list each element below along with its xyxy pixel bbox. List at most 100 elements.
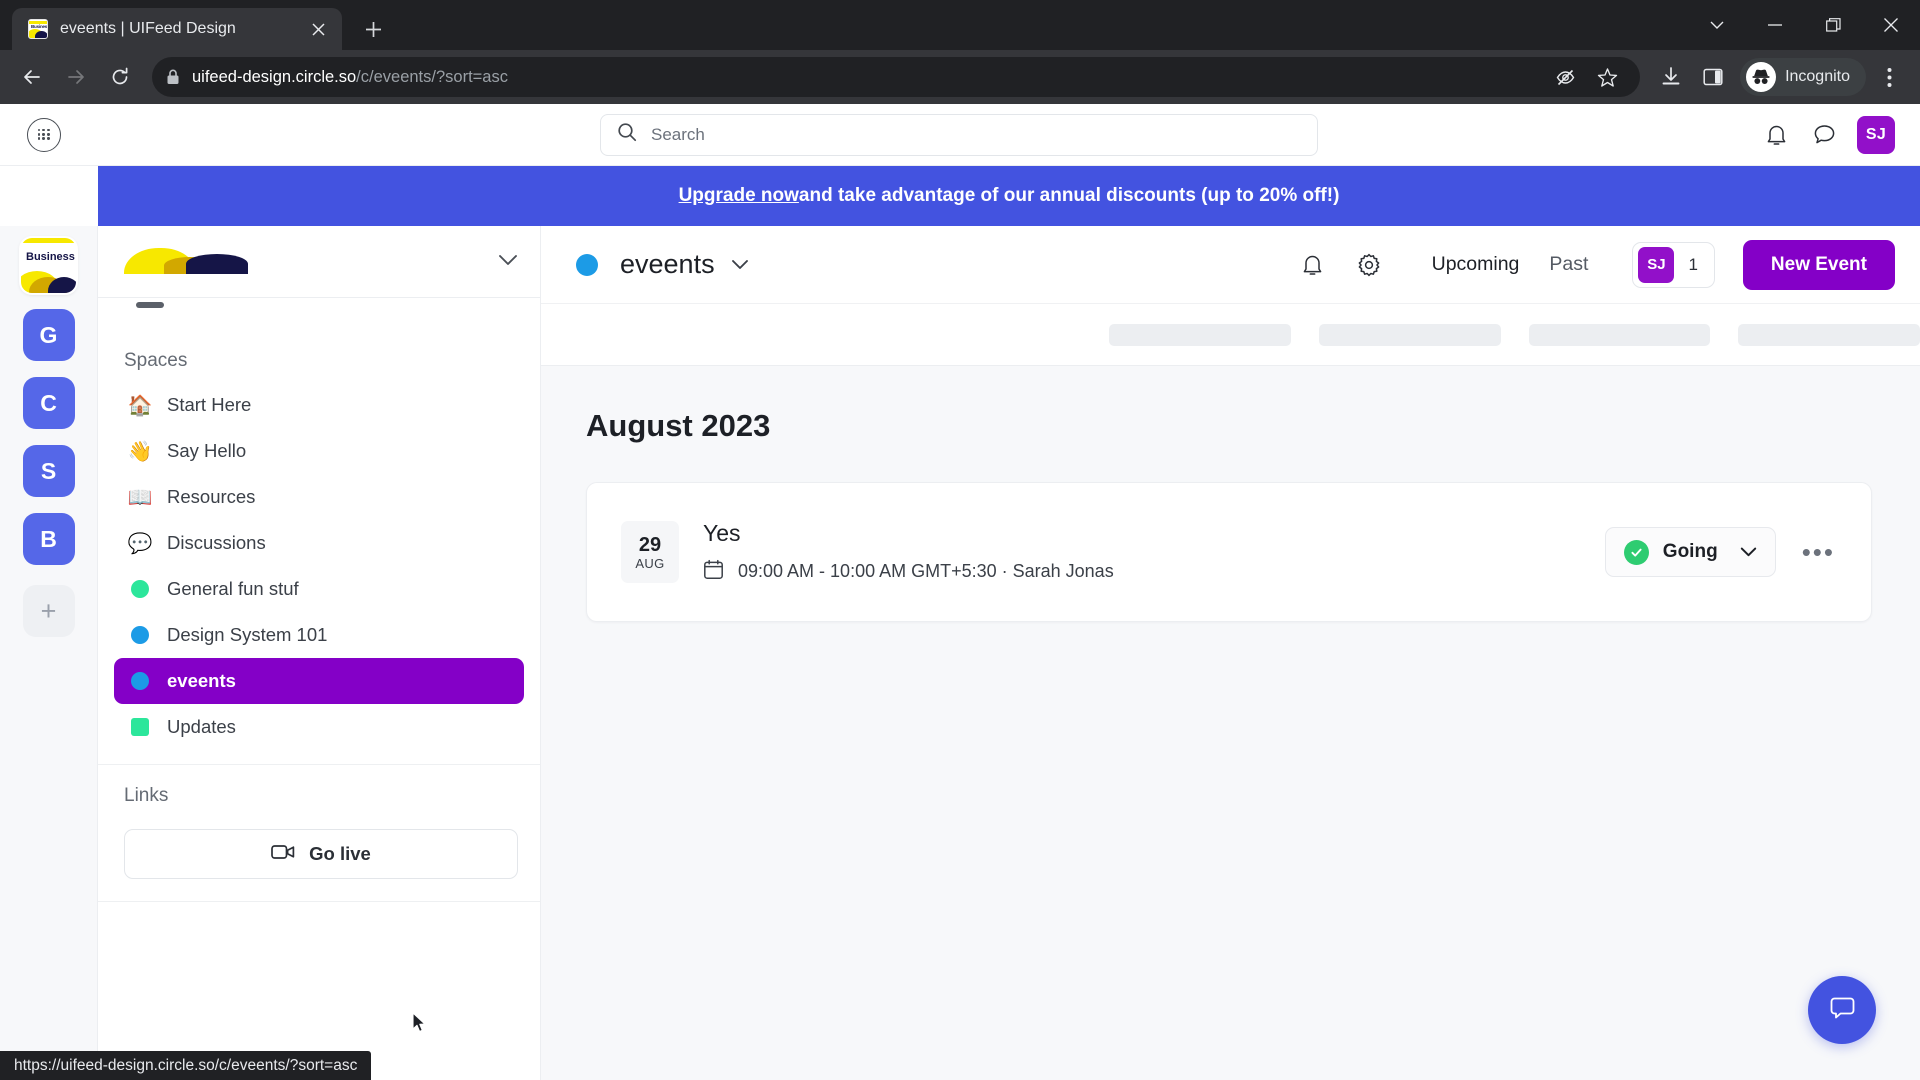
tab-past[interactable]: Past	[1549, 253, 1588, 276]
tab-upcoming[interactable]: Upcoming	[1432, 253, 1520, 276]
skeleton-bar	[1109, 323, 1291, 346]
profile-incognito-button[interactable]: Incognito	[1740, 58, 1866, 96]
green-dot-icon	[128, 580, 152, 598]
page-title: eveents	[620, 249, 715, 279]
spaces-heading: Spaces	[124, 350, 188, 371]
gear-icon[interactable]	[1354, 250, 1384, 280]
sidebar-item-label: Updates	[167, 716, 236, 737]
favicon-label: Business	[31, 24, 48, 29]
sidebar-item-label: Discussions	[167, 532, 266, 553]
bell-icon[interactable]	[1761, 120, 1791, 150]
skeleton-bar	[1528, 323, 1711, 346]
tab-title: eveents | UIFeed Design	[60, 20, 236, 37]
kebab-menu-icon[interactable]: •••	[1802, 539, 1835, 565]
rail-item-c[interactable]: C	[22, 377, 75, 429]
workspace-logo	[124, 246, 250, 278]
events-list: August 2023 29 AUG Yes 09:00 AM - 10:00 …	[541, 366, 1920, 1080]
minimize-icon[interactable]	[1746, 0, 1804, 50]
skeleton-bar	[1738, 323, 1920, 346]
bell-icon[interactable]	[1298, 250, 1328, 280]
rail-item-s[interactable]: S	[22, 445, 75, 497]
sidebar-scroll-area: Spaces 🏠 Start Here 👋 Say Hello 📖 Resour…	[98, 298, 540, 1080]
house-emoji-icon: 🏠	[127, 394, 153, 417]
sidebar-item-start-here[interactable]: 🏠 Start Here	[114, 382, 524, 428]
side-panel-icon[interactable]	[1694, 58, 1732, 96]
workspace-rail: Business G C S B +	[0, 226, 98, 1080]
sidebar-item-resources[interactable]: 📖 Resources	[114, 474, 524, 520]
sidebar-item-label: Say Hello	[167, 440, 247, 461]
url-host: uifeed-design.circle.so	[192, 67, 357, 86]
open-book-emoji-icon: 📖	[127, 486, 153, 509]
check-circle-icon	[1623, 539, 1649, 565]
sidebar-item-design-system-101[interactable]: Design System 101	[114, 612, 524, 658]
add-workspace-button[interactable]: +	[22, 585, 75, 637]
close-icon[interactable]	[306, 17, 330, 41]
upgrade-banner: Upgrade now and take advantage of our an…	[98, 166, 1920, 226]
reload-icon[interactable]	[100, 57, 140, 97]
back-arrow-icon[interactable]	[12, 57, 52, 97]
eye-slash-icon[interactable]	[1546, 58, 1584, 96]
window-close-icon[interactable]	[1862, 0, 1920, 50]
mouse-cursor	[412, 1012, 426, 1033]
address-bar[interactable]: uifeed-design.circle.so/c/eveents/?sort=…	[152, 57, 1641, 97]
main-content: eveents Upcoming Past SJ 1 New Event Aug…	[541, 226, 1920, 1080]
sidebar-item-label: eveents	[167, 670, 236, 691]
bookmark-star-icon[interactable]	[1588, 58, 1626, 96]
calendar-icon	[703, 559, 724, 585]
avatar[interactable]: SJ	[1857, 115, 1895, 154]
green-square-icon	[128, 718, 152, 736]
sidebar-item-say-hello[interactable]: 👋 Say Hello	[114, 428, 524, 474]
rail-workspace-logo[interactable]: Business	[21, 238, 76, 293]
attendee-count: 1	[1688, 254, 1698, 274]
rsvp-dropdown[interactable]: Going	[1604, 527, 1776, 577]
event-day: 29	[638, 533, 662, 556]
download-icon[interactable]	[1652, 58, 1690, 96]
three-dot-menu-icon[interactable]	[1870, 58, 1908, 96]
video-camera-icon	[271, 843, 295, 866]
go-live-button[interactable]: Go live	[124, 829, 518, 879]
new-event-button[interactable]: New Event	[1742, 239, 1895, 290]
global-search[interactable]: Search	[600, 113, 1318, 156]
sidebar-item-eveents[interactable]: eveents	[114, 658, 524, 704]
space-header: eveents Upcoming Past SJ 1 New Event	[541, 226, 1920, 304]
month-heading: August 2023	[586, 408, 771, 443]
app-header: Search SJ	[0, 104, 1920, 166]
maximize-icon[interactable]	[1804, 0, 1862, 50]
upgrade-now-link[interactable]: Upgrade now	[679, 185, 799, 207]
lock-icon	[166, 69, 180, 85]
chat-bubble-icon[interactable]	[1809, 120, 1839, 150]
chat-bubble-icon	[1828, 993, 1857, 1027]
go-live-label: Go live	[309, 843, 371, 864]
skeleton-bar	[1318, 323, 1501, 346]
url-path: /c/eveents/?sort=asc	[356, 67, 508, 86]
incognito-icon	[1746, 62, 1777, 92]
profile-label: Incognito	[1785, 68, 1850, 85]
forward-arrow-icon[interactable]	[56, 57, 96, 97]
blue-dot-icon	[128, 672, 152, 690]
sidebar-item-updates[interactable]: Updates	[114, 704, 524, 750]
sidebar-item-label: Start Here	[167, 394, 252, 415]
page-content: Search SJ Upgrade now and take advantage…	[0, 104, 1920, 1080]
apps-grid-icon[interactable]	[27, 117, 61, 152]
chevron-down-icon[interactable]	[1740, 547, 1757, 557]
search-icon	[617, 122, 637, 147]
banner-message: and take advantage of our annual discoun…	[798, 185, 1340, 206]
sidebar-item-discussions[interactable]: 💬 Discussions	[114, 520, 524, 566]
rail-item-g[interactable]: G	[22, 309, 75, 361]
workspace-header[interactable]	[98, 226, 540, 298]
sidebar-scrolled-item	[124, 302, 518, 322]
attendees-pill[interactable]: SJ 1	[1632, 241, 1715, 288]
new-tab-button[interactable]	[356, 12, 390, 46]
event-title[interactable]: Yes	[703, 520, 1114, 547]
chat-fab-button[interactable]	[1808, 976, 1876, 1044]
browser-tab[interactable]: Business eveents | UIFeed Design	[12, 8, 342, 50]
rail-item-b[interactable]: B	[22, 513, 75, 565]
chevron-down-icon[interactable]	[731, 259, 749, 270]
chevron-down-icon[interactable]	[1688, 0, 1746, 50]
chevron-down-icon[interactable]	[498, 253, 518, 271]
attendee-avatar: SJ	[1638, 246, 1675, 283]
search-input[interactable]: Search	[651, 125, 705, 145]
tab-favicon-icon: Business	[28, 19, 48, 39]
event-card[interactable]: 29 AUG Yes 09:00 AM - 10:00 AM GMT+5:30 …	[586, 482, 1872, 622]
sidebar-item-general-fun-stuf[interactable]: General fun stuf	[114, 566, 524, 612]
